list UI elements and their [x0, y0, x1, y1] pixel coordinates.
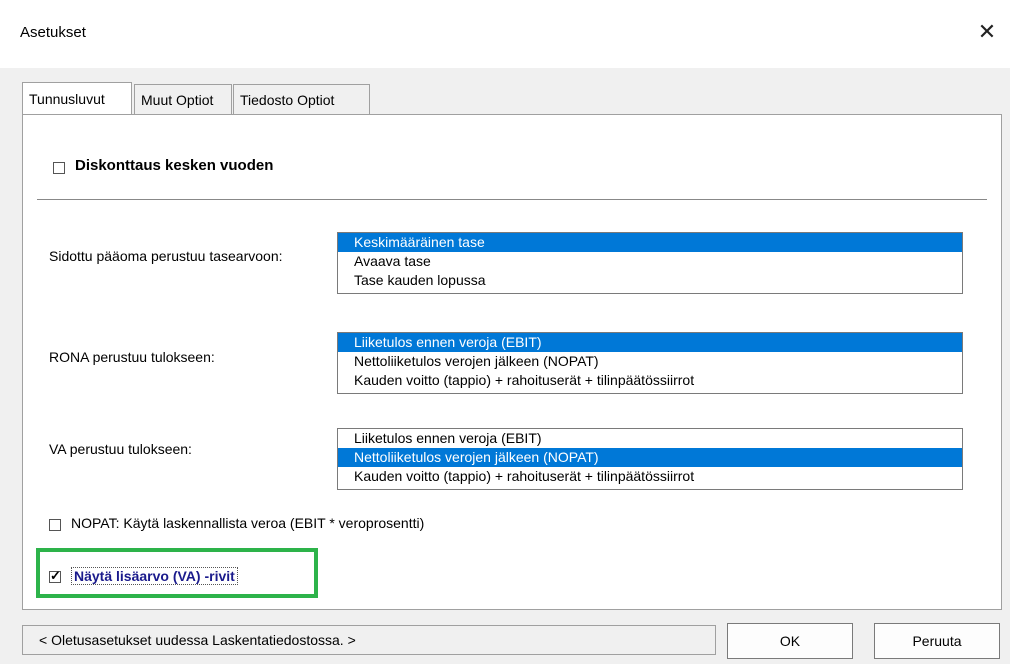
divider	[37, 199, 987, 200]
rona-option-nopat[interactable]: Nettoliiketulos verojen jälkeen (NOPAT)	[338, 352, 962, 371]
status-box: < Oletusasetukset uudessa Laskentatiedos…	[22, 625, 716, 655]
close-icon[interactable]: ✕	[964, 14, 1010, 50]
tab-panel: Diskonttaus kesken vuoden Sidottu pääoma…	[22, 114, 1002, 610]
discount-checkbox[interactable]	[53, 162, 65, 174]
va-label: VA perustuu tulokseen:	[49, 441, 192, 457]
capital-listbox[interactable]: Keskimääräinen tase Avaava tase Tase kau…	[337, 232, 963, 294]
title-bar: Asetukset ✕	[0, 0, 1010, 68]
va-option-ebit[interactable]: Liiketulos ennen veroja (EBIT)	[338, 429, 962, 448]
capital-option-closing[interactable]: Tase kauden lopussa	[338, 271, 962, 290]
tab-tiedosto-optiot[interactable]: Tiedosto Optiot	[233, 84, 370, 114]
nopat-checkbox[interactable]	[49, 519, 61, 531]
va-option-nopat[interactable]: Nettoliiketulos verojen jälkeen (NOPAT)	[338, 448, 962, 467]
nopat-label: NOPAT: Käytä laskennallista veroa (EBIT …	[71, 515, 425, 531]
settings-dialog: Asetukset ✕ Tunnusluvut Muut Optiot Tied…	[0, 0, 1010, 664]
cancel-button[interactable]: Peruuta	[874, 623, 1000, 659]
capital-label: Sidottu pääoma perustuu tasearvoon:	[49, 248, 283, 264]
highlight-annotation	[36, 548, 318, 598]
rona-listbox[interactable]: Liiketulos ennen veroja (EBIT) Nettoliik…	[337, 332, 963, 394]
tab-tunnusluvut[interactable]: Tunnusluvut	[22, 82, 132, 114]
rona-option-profit[interactable]: Kauden voitto (tappio) + rahoituserät + …	[338, 371, 962, 390]
rona-label: RONA perustuu tulokseen:	[49, 349, 215, 365]
discount-label: Diskonttaus kesken vuoden	[75, 157, 274, 174]
dialog-title: Asetukset	[20, 24, 86, 41]
rona-option-ebit[interactable]: Liiketulos ennen veroja (EBIT)	[338, 333, 962, 352]
va-option-profit[interactable]: Kauden voitto (tappio) + rahoituserät + …	[338, 467, 962, 486]
capital-option-average[interactable]: Keskimääräinen tase	[338, 233, 962, 252]
ok-button[interactable]: OK	[727, 623, 853, 659]
va-listbox[interactable]: Liiketulos ennen veroja (EBIT) Nettoliik…	[337, 428, 963, 490]
capital-option-opening[interactable]: Avaava tase	[338, 252, 962, 271]
tab-muut-optiot[interactable]: Muut Optiot	[134, 84, 232, 114]
